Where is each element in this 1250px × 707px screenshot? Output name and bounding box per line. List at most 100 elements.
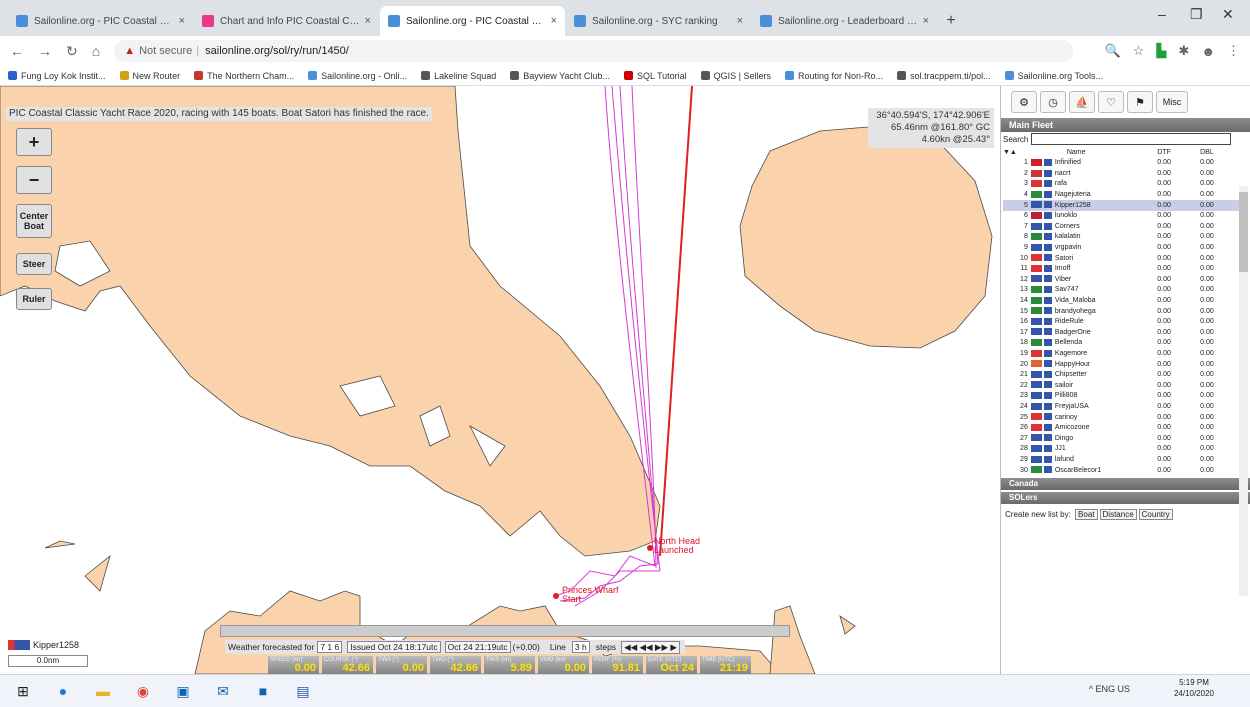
sidebar-tab[interactable]: ⛵: [1069, 91, 1095, 113]
bookmark-item[interactable]: Sailonline.org Tools...: [1004, 71, 1103, 81]
dbl-header[interactable]: DBL: [1200, 146, 1243, 158]
fleet-row[interactable]: 12 Viber 0.00 0.00: [1003, 275, 1243, 286]
fleet-row[interactable]: 26 Amicozone 0.00 0.00: [1003, 423, 1243, 434]
bookmark-item[interactable]: Routing for Non-Ro...: [785, 71, 883, 81]
fleet-row[interactable]: 14 Vida_Maloba 0.00 0.00: [1003, 296, 1243, 307]
fleet-row[interactable]: 17 BadgerOne 0.00 0.00: [1003, 328, 1243, 339]
fleet-row[interactable]: 27 Dingo 0.00 0.00: [1003, 433, 1243, 444]
browser-tab[interactable]: Sailonline.org - PIC Coastal Clas ×: [8, 6, 193, 36]
bookmark-item[interactable]: Sailonline.org - Onli...: [308, 71, 407, 81]
fleet-row[interactable]: 16 RideRule 0.00 0.00: [1003, 317, 1243, 328]
solers-section[interactable]: SOLers: [1001, 491, 1250, 504]
profile-icon[interactable]: ☻: [1201, 44, 1215, 59]
browser-tab[interactable]: Sailonline.org - SYC ranking ×: [566, 6, 751, 36]
fleet-row[interactable]: 1 Infinified 0.00 0.00: [1003, 158, 1243, 169]
fleet-row[interactable]: 23 Pilli808 0.00 0.00: [1003, 391, 1243, 402]
close-tab-icon[interactable]: ×: [551, 15, 557, 27]
fleet-row[interactable]: 4 Nagejuteria 0.00 0.00: [1003, 190, 1243, 201]
sidebar-tab[interactable]: ◷: [1040, 91, 1066, 113]
close-tab-icon[interactable]: ×: [923, 15, 929, 27]
fleet-row[interactable]: 5 Kipper1258 0.00 0.00: [1003, 200, 1243, 211]
fleet-row[interactable]: 22 sailoir 0.00 0.00: [1003, 380, 1243, 391]
bookmark-item[interactable]: SQL Tutorial: [623, 71, 687, 81]
zoom-icon[interactable]: 🔍: [1105, 43, 1121, 59]
chrome-icon[interactable]: ◉: [128, 678, 158, 704]
close-window-button[interactable]: ✕: [1222, 6, 1234, 23]
close-tab-icon[interactable]: ×: [179, 15, 185, 27]
create-list-button[interactable]: Country: [1138, 508, 1173, 520]
fleet-row[interactable]: 24 FreyjaUSA 0.00 0.00: [1003, 402, 1243, 413]
bookmark-item[interactable]: sol.tracppem.ti/pol...: [897, 71, 991, 81]
extension-icon[interactable]: ▙: [1156, 43, 1166, 59]
fleet-row[interactable]: 21 Chipsetter 0.00 0.00: [1003, 370, 1243, 381]
restore-button[interactable]: ❐: [1190, 6, 1203, 23]
bookmark-item[interactable]: New Router: [119, 71, 180, 81]
line-duration-select[interactable]: 3 h: [571, 641, 590, 653]
fleet-row[interactable]: 10 Satori 0.00 0.00: [1003, 253, 1243, 264]
race-map[interactable]: PIC Coastal Classic Yacht Race 2020, rac…: [0, 86, 1000, 674]
boat-name-dropdown[interactable]: Kipper1258: [8, 640, 88, 650]
mail-icon[interactable]: ✉: [208, 678, 238, 704]
fleet-row[interactable]: 7 Corners 0.00 0.00: [1003, 222, 1243, 233]
name-header[interactable]: Name: [1031, 146, 1157, 158]
system-tray[interactable]: ^ ENG US: [1089, 684, 1130, 694]
fleet-row[interactable]: 2 nacrt 0.00 0.00: [1003, 169, 1243, 180]
fleet-row[interactable]: 20 HappyHour 0.00 0.00: [1003, 359, 1243, 370]
fleet-row[interactable]: 25 carinoy 0.00 0.00: [1003, 412, 1243, 423]
center-boat-button[interactable]: Center Boat: [16, 204, 52, 238]
fleet-row[interactable]: 3 rafa 0.00 0.00: [1003, 179, 1243, 190]
fleet-row[interactable]: 15 brandyohega 0.00 0.00: [1003, 306, 1243, 317]
fleet-row[interactable]: 29 lafund 0.00 0.00: [1003, 455, 1243, 466]
reload-button[interactable]: ↻: [66, 43, 78, 60]
browser-tab[interactable]: Sailonline.org - Leaderboard for ×: [752, 6, 937, 36]
weather-forecast-select[interactable]: 7 1 6: [317, 641, 343, 653]
fleet-row[interactable]: 11 Imoff 0.00 0.00: [1003, 264, 1243, 275]
canada-section[interactable]: Canada: [1001, 477, 1250, 490]
fleet-row[interactable]: 6 lunoklo 0.00 0.00: [1003, 211, 1243, 222]
bookmark-item[interactable]: The Northern Cham...: [194, 71, 294, 81]
map-canvas[interactable]: [0, 86, 1000, 674]
bookmark-star-icon[interactable]: ☆: [1133, 43, 1145, 59]
close-tab-icon[interactable]: ×: [365, 15, 371, 27]
ruler-button[interactable]: Ruler: [16, 288, 52, 310]
create-list-button[interactable]: Distance: [1099, 508, 1137, 520]
sidebar-tab[interactable]: ⚑: [1127, 91, 1153, 113]
fleet-search-input[interactable]: [1031, 133, 1232, 145]
browser-tab[interactable]: Chart and Info PIC Coastal Clas ×: [194, 6, 379, 36]
fleet-row[interactable]: 9 vrgpavin 0.00 0.00: [1003, 243, 1243, 254]
bookmark-item[interactable]: QGIS | Sellers: [700, 71, 771, 81]
issued-button[interactable]: Issued Oct 24 18:17utc: [347, 641, 441, 653]
sidebar-tab[interactable]: Misc: [1156, 91, 1188, 113]
create-list-button[interactable]: Boat: [1075, 508, 1098, 520]
zoom-in-button[interactable]: +: [16, 128, 52, 156]
main-fleet-header[interactable]: Main Fleet: [1001, 118, 1250, 132]
bookmark-item[interactable]: Bayview Yacht Club...: [510, 71, 610, 81]
outlook-icon[interactable]: ▣: [168, 678, 198, 704]
new-tab-button[interactable]: +: [938, 6, 964, 36]
word-icon[interactable]: ▤: [288, 678, 318, 704]
taskbar-clock[interactable]: 5:19 PM 24/10/2020: [1174, 677, 1214, 699]
fleet-row[interactable]: 30 OscarBelecor1 0.00 0.00: [1003, 465, 1243, 476]
extensions-puzzle-icon[interactable]: ✱: [1178, 43, 1189, 59]
fleet-row[interactable]: 28 JJ1 0.00 0.00: [1003, 444, 1243, 455]
sidebar-tab[interactable]: ⚙: [1011, 91, 1037, 113]
fleet-row[interactable]: 19 Kagemore 0.00 0.00: [1003, 349, 1243, 360]
sidebar-tab[interactable]: ♡: [1098, 91, 1124, 113]
home-button[interactable]: ⌂: [92, 43, 100, 59]
menu-icon[interactable]: ⋮: [1227, 43, 1240, 59]
fleet-row[interactable]: 18 Bellenda 0.00 0.00: [1003, 338, 1243, 349]
windows-start-icon[interactable]: ⊞: [8, 678, 38, 704]
scrollbar-thumb[interactable]: [1239, 192, 1248, 272]
steer-button[interactable]: Steer: [16, 253, 52, 275]
dtf-header[interactable]: DTF: [1157, 146, 1200, 158]
fleet-scrollbar[interactable]: [1239, 186, 1248, 596]
bookmark-item[interactable]: Fung Loy Kok Instit...: [8, 71, 106, 81]
time-button[interactable]: Oct 24 21:19utc: [444, 641, 511, 653]
browser-tab[interactable]: Sailonline.org - PIC Coastal Clas ×: [380, 6, 565, 36]
back-button[interactable]: ←: [10, 43, 24, 59]
file-explorer-icon[interactable]: ▬: [88, 678, 118, 704]
url-input[interactable]: ▲ Not secure | sailonline.org/sol/ry/run…: [114, 40, 1073, 62]
fleet-row[interactable]: 8 kalalatin 0.00 0.00: [1003, 232, 1243, 243]
bookmark-item[interactable]: Lakeline Squad: [421, 71, 496, 81]
minimize-button[interactable]: –: [1158, 6, 1166, 22]
